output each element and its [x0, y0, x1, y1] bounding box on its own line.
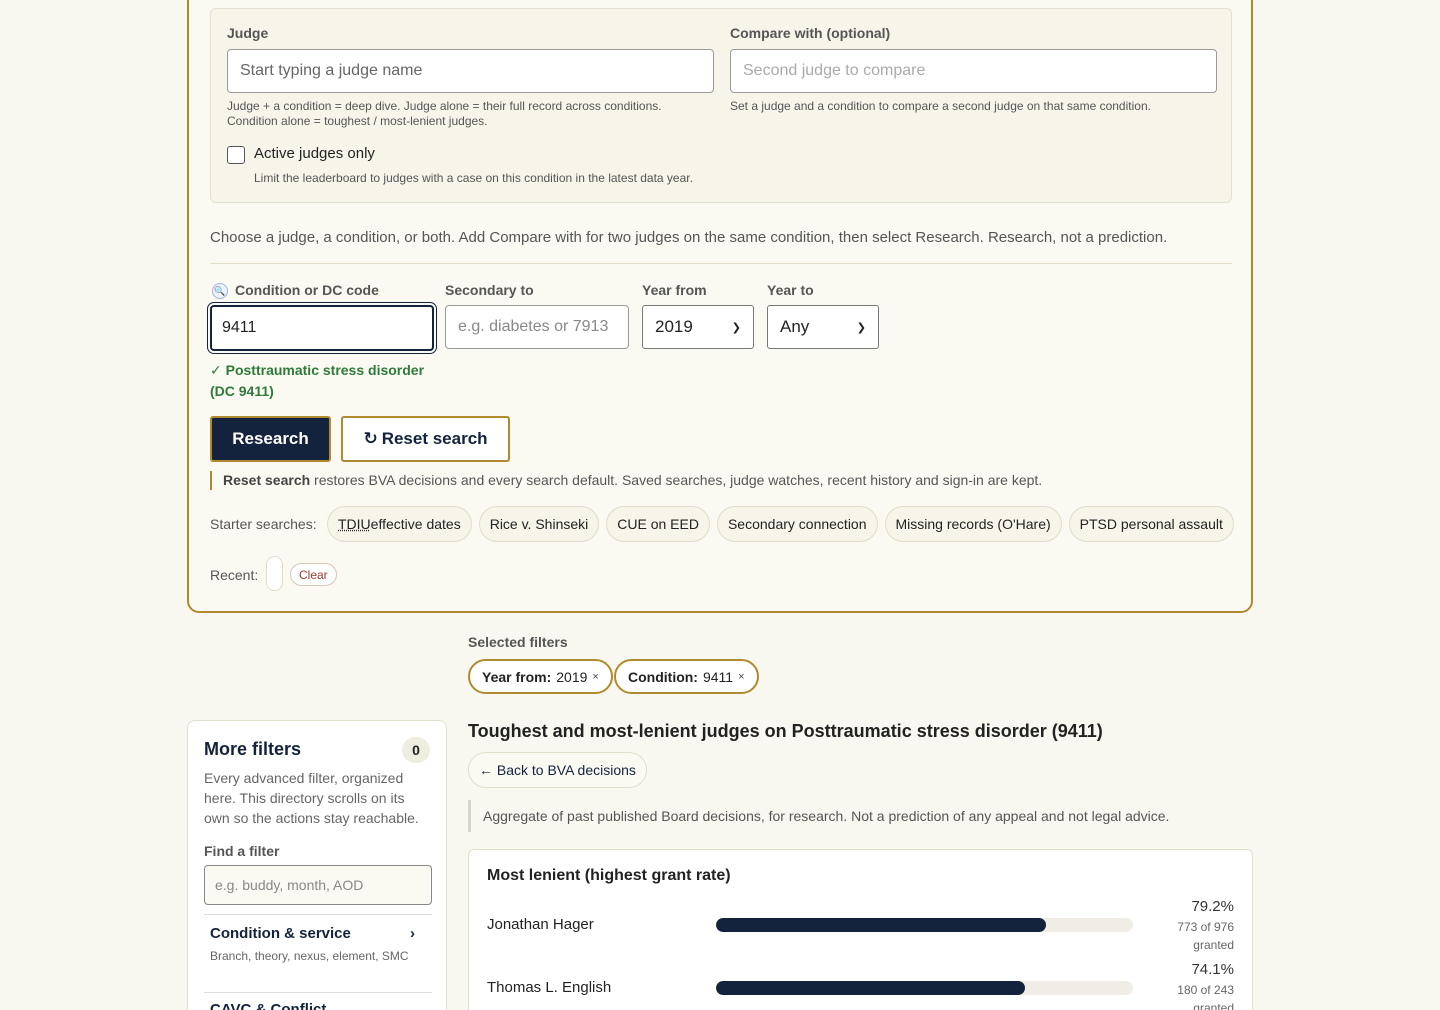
- divider: [210, 263, 1232, 264]
- grant-rate-bar: [716, 918, 1133, 932]
- compare-input[interactable]: Second judge to compare: [730, 49, 1217, 93]
- recent-list: [266, 556, 283, 591]
- starter-label: Starter searches:: [210, 516, 317, 532]
- chevron-down-icon: ❯: [856, 321, 866, 334]
- section-condition-service[interactable]: Condition & service ›: [210, 925, 415, 942]
- year-from-select[interactable]: 2019 ❯: [642, 305, 754, 349]
- filter-count-badge: 0: [402, 737, 430, 763]
- recent-label: Recent:: [210, 567, 259, 583]
- leaderboard-card: Most lenient (highest grant rate) Jonath…: [468, 849, 1253, 1010]
- active-judges-label[interactable]: Active judges only: [254, 145, 375, 162]
- year-to-value: Any: [780, 317, 810, 336]
- year-from-value: 2019: [655, 317, 693, 336]
- judge-hint: Judge + a condition = deep dive. Judge a…: [227, 99, 662, 128]
- active-judges-checkbox[interactable]: [227, 146, 245, 164]
- condition-label: Condition or DC code: [235, 282, 379, 298]
- starter-chip-rice[interactable]: Rice v. Shinseki: [478, 506, 600, 542]
- grant-count: 773 of 976 granted: [1177, 920, 1234, 952]
- starter-chip-ptsd-assault[interactable]: PTSD personal assault: [1068, 506, 1234, 542]
- find-filter-label: Find a filter: [204, 843, 280, 859]
- filter-chip-condition[interactable]: Condition: 9411 ×: [614, 659, 759, 694]
- intro-text: Choose a judge, a condition, or both. Ad…: [210, 229, 1168, 246]
- divider: [204, 992, 432, 993]
- more-filters-title: More filters: [204, 739, 302, 759]
- close-icon[interactable]: ×: [738, 671, 744, 683]
- clear-recent-button[interactable]: Clear: [290, 563, 337, 586]
- year-to-label: Year to: [767, 282, 814, 298]
- starter-chip-missing-records[interactable]: Missing records (O'Hare): [884, 506, 1062, 542]
- year-from-label: Year from: [642, 282, 707, 298]
- starter-chip-tdiu[interactable]: TDIU effective dates: [327, 506, 472, 542]
- grant-rate-bar: [716, 981, 1133, 995]
- disclaimer: Aggregate of past published Board decisi…: [468, 800, 1169, 832]
- find-filter-input[interactable]: e.g. buddy, month, AOD: [204, 865, 432, 905]
- chevron-down-icon: ❯: [731, 321, 741, 334]
- refresh-icon: ↻: [363, 429, 378, 448]
- results-title: Toughest and most-lenient judges on Post…: [468, 721, 1103, 741]
- grant-rate-fill: [716, 981, 1025, 995]
- chevron-right-icon: ›: [410, 925, 415, 942]
- compare-hint: Set a judge and a condition to compare a…: [730, 99, 1151, 113]
- filter-chip-year-from[interactable]: Year from: 2019 ×: [468, 659, 613, 694]
- back-button[interactable]: ← Back to BVA decisions: [468, 752, 647, 788]
- grant-rate: 74.1%: [1191, 961, 1234, 978]
- more-filters-panel: More filters 0 Every advanced filter, or…: [187, 720, 447, 1010]
- search-icon: 🔍: [212, 283, 228, 299]
- judge-label: Judge: [227, 25, 269, 41]
- divider: [204, 914, 432, 915]
- grant-count: 180 of 243 granted: [1177, 983, 1234, 1010]
- grant-rate-fill: [716, 918, 1047, 932]
- compare-label: Compare with (optional): [730, 25, 891, 41]
- starter-chip-cue[interactable]: CUE on EED: [606, 506, 710, 542]
- judge-input[interactable]: Start typing a judge name: [227, 49, 714, 93]
- leaderboard-title: Most lenient (highest grant rate): [487, 867, 731, 884]
- close-icon[interactable]: ×: [592, 671, 598, 683]
- section-cavc-conflict[interactable]: CAVC & Conflict: [210, 1001, 326, 1010]
- reset-search-label: Reset search: [381, 429, 488, 448]
- judge-name[interactable]: Thomas L. English: [487, 979, 611, 996]
- condition-input[interactable]: 9411: [210, 305, 434, 351]
- reset-note: Reset search restores BVA decisions and …: [210, 471, 1042, 490]
- selected-filters-label: Selected filters: [468, 634, 568, 650]
- judge-section: Judge Start typing a judge name Judge + …: [210, 8, 1232, 203]
- reset-search-button[interactable]: ↻ Reset search: [341, 416, 510, 462]
- condition-match: ✓ Posttraumatic stress disorder (DC 9411…: [210, 362, 425, 399]
- section-title: Condition & service: [210, 925, 351, 942]
- search-panel: Judge Start typing a judge name Judge + …: [187, 0, 1253, 613]
- year-to-select[interactable]: Any ❯: [767, 305, 879, 349]
- research-button[interactable]: Research: [210, 416, 331, 462]
- grant-rate: 79.2%: [1191, 898, 1234, 915]
- active-judges-hint: Limit the leaderboard to judges with a c…: [254, 171, 693, 185]
- more-filters-desc: Every advanced filter, organized here. T…: [204, 770, 419, 826]
- judge-name[interactable]: Jonathan Hager: [487, 916, 594, 933]
- section-condition-service-desc: Branch, theory, nexus, element, SMC: [210, 949, 409, 963]
- secondary-input[interactable]: e.g. diabetes or 7913: [445, 305, 629, 349]
- starter-chips: TDIU effective dates Rice v. Shinseki CU…: [327, 506, 1234, 542]
- secondary-label: Secondary to: [445, 282, 534, 298]
- starter-chip-secondary[interactable]: Secondary connection: [716, 506, 878, 542]
